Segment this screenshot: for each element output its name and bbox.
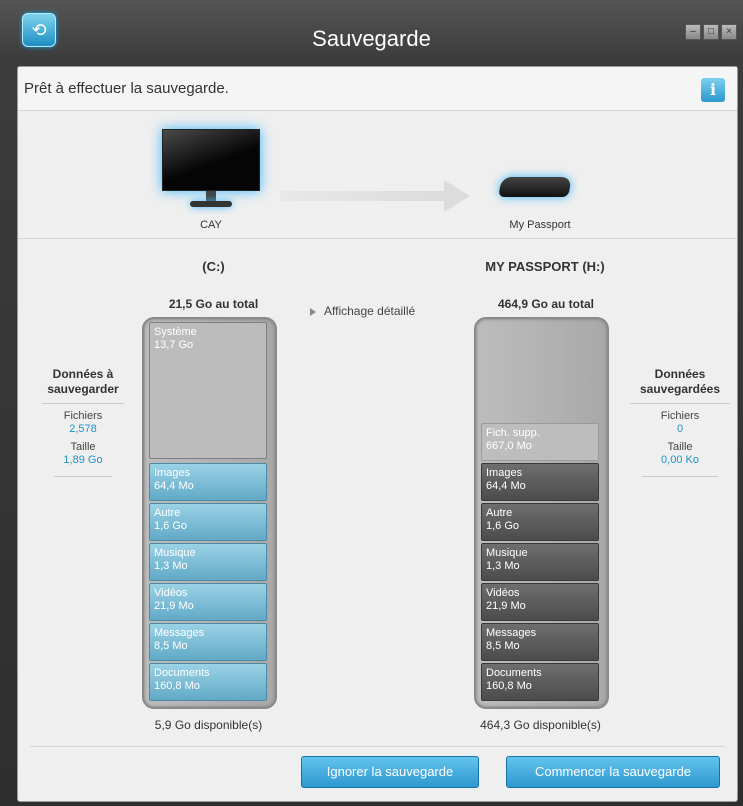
left-files-label: Fichiers xyxy=(63,410,103,422)
right-stats-heading-1: Données xyxy=(654,367,706,381)
target-total: 464,9 Go au total xyxy=(497,297,595,311)
category-size: 21,9 Mo xyxy=(154,600,194,612)
category-size: 1,6 Go xyxy=(486,520,520,532)
category-size: 8,5 Mo xyxy=(486,640,520,652)
category-label: Documents xyxy=(154,667,210,679)
right-stats-heading-2: sauvegardées xyxy=(639,382,721,396)
source-category-messages: Messages 8,5 Mo xyxy=(149,623,267,661)
target-category-messages: Messages 8,5 Mo xyxy=(481,623,599,661)
system-segment: Système 13,7 Go xyxy=(149,322,267,459)
category-label: Vidéos xyxy=(154,587,188,599)
computer-icon xyxy=(162,129,260,209)
right-files-label: Fichiers xyxy=(660,410,700,422)
target-category-images: Images 64,4 Mo xyxy=(481,463,599,501)
left-stats-heading-2: sauvegarder xyxy=(47,382,119,396)
source-drive-name: (C:) xyxy=(202,259,225,274)
extra-files-segment: Fich. supp. 667,0 Mo xyxy=(481,423,599,461)
category-size: 8,5 Mo xyxy=(154,640,188,652)
target-drive-name: MY PASSPORT (H:) xyxy=(485,259,605,274)
detail-view-label: Affichage détaillé xyxy=(324,304,416,318)
right-files-value: 0 xyxy=(676,423,684,435)
target-category-videos: Vidéos 21,9 Mo xyxy=(481,583,599,621)
source-device-label: CAY xyxy=(200,219,222,231)
skip-backup-button[interactable]: Ignorer la sauvegarde xyxy=(301,756,479,788)
status-bar: Prêt à effectuer la sauvegarde. i xyxy=(18,67,737,111)
data-backed-up-panel: Données sauvegardées Fichiers 0 Taille 0… xyxy=(630,367,730,487)
close-icon[interactable]: × xyxy=(721,24,737,40)
category-size: 1,3 Mo xyxy=(154,560,188,572)
right-size-label: Taille xyxy=(667,441,693,453)
left-size-value: 1,89 Go xyxy=(63,454,103,466)
category-label: Messages xyxy=(486,627,537,639)
category-label: Autre xyxy=(154,507,181,519)
category-size: 1,6 Go xyxy=(154,520,188,532)
category-size: 160,8 Mo xyxy=(486,680,532,692)
target-device-label: My Passport xyxy=(509,219,571,231)
transfer-arrow-icon xyxy=(280,180,470,212)
target-available: 464,3 Go disponible(s) xyxy=(480,718,601,732)
maximize-icon[interactable]: □ xyxy=(703,24,719,40)
main-panel: Prêt à effectuer la sauvegarde. i CAY My… xyxy=(17,66,738,802)
system-label: Système xyxy=(154,326,197,338)
category-label: Documents xyxy=(486,667,542,679)
category-label: Messages xyxy=(154,627,205,639)
left-size-label: Taille xyxy=(70,441,96,453)
category-size: 64,4 Mo xyxy=(154,480,194,492)
source-category-other: Autre 1,6 Go xyxy=(149,503,267,541)
detail-view-toggle[interactable]: Affichage détaillé xyxy=(310,304,415,318)
category-size: 21,9 Mo xyxy=(486,600,526,612)
source-capacity-bar: Système 13,7 Go Images 64,4 Mo Autre 1,6… xyxy=(142,317,277,709)
target-capacity-bar: Fich. supp. 667,0 Mo Images 64,4 Mo Autr… xyxy=(474,317,609,709)
source-category-images: Images 64,4 Mo xyxy=(149,463,267,501)
source-category-documents: Documents 160,8 Mo xyxy=(149,663,267,701)
external-drive-icon xyxy=(498,169,572,201)
backup-window: ⟲ Sauvegarde – □ × Prêt à effectuer la s… xyxy=(0,0,743,806)
window-title: Sauvegarde xyxy=(312,26,431,51)
category-size: 64,4 Mo xyxy=(486,480,526,492)
right-size-value: 0,00 Ko xyxy=(661,454,699,466)
source-total: 21,5 Go au total xyxy=(168,297,259,311)
left-stats-heading-1: Données à xyxy=(52,367,114,381)
source-category-music: Musique 1,3 Mo xyxy=(149,543,267,581)
window-controls: – □ × xyxy=(685,24,737,40)
left-files-value: 2,578 xyxy=(69,423,97,435)
category-size: 1,3 Mo xyxy=(486,560,520,572)
category-size: 160,8 Mo xyxy=(154,680,200,692)
expand-triangle-icon xyxy=(310,307,316,316)
divider xyxy=(30,746,725,747)
category-label: Images xyxy=(154,467,191,479)
extra-files-size: 667,0 Mo xyxy=(486,440,532,452)
system-size: 13,7 Go xyxy=(154,339,194,351)
target-category-music: Musique 1,3 Mo xyxy=(481,543,599,581)
info-icon[interactable]: i xyxy=(701,78,725,102)
category-label: Musique xyxy=(154,547,196,559)
category-label: Images xyxy=(486,467,523,479)
target-category-other: Autre 1,6 Go xyxy=(481,503,599,541)
data-to-backup-panel: Données à sauvegarder Fichiers 2,578 Tai… xyxy=(42,367,124,487)
status-text: Prêt à effectuer la sauvegarde. xyxy=(24,80,229,97)
minimize-icon[interactable]: – xyxy=(685,24,701,40)
devices-area: CAY My Passport xyxy=(18,111,737,239)
start-backup-button[interactable]: Commencer la sauvegarde xyxy=(506,756,720,788)
source-available: 5,9 Go disponible(s) xyxy=(154,718,263,732)
category-label: Musique xyxy=(486,547,528,559)
target-category-documents: Documents 160,8 Mo xyxy=(481,663,599,701)
source-category-videos: Vidéos 21,9 Mo xyxy=(149,583,267,621)
title-bar: ⟲ Sauvegarde – □ × xyxy=(0,0,743,64)
extra-files-label: Fich. supp. xyxy=(486,427,540,439)
category-label: Vidéos xyxy=(486,587,520,599)
category-label: Autre xyxy=(486,507,513,519)
